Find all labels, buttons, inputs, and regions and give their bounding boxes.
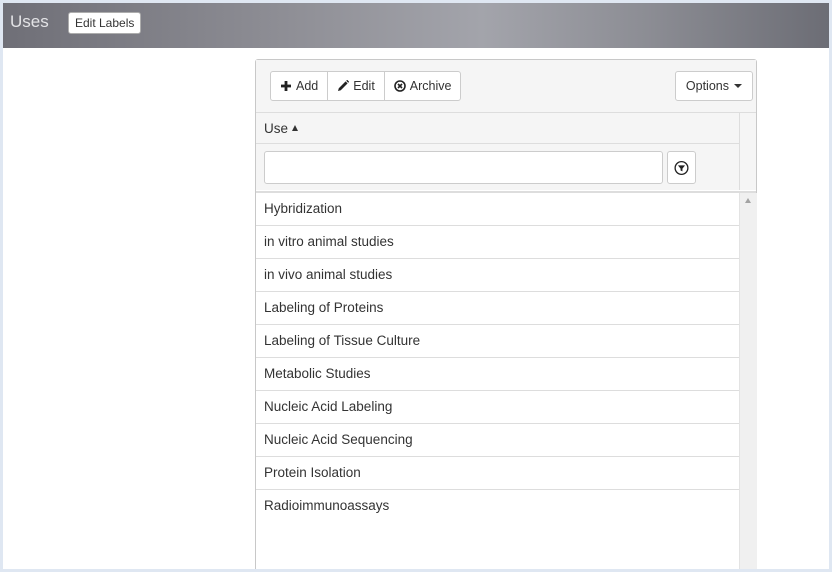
- pencil-icon: [338, 80, 350, 91]
- circle-x-icon: [393, 80, 406, 92]
- list-item[interactable]: in vivo animal studies: [256, 259, 739, 292]
- uses-list-viewport: Hybridization in vitro animal studies in v…: [256, 191, 757, 569]
- column-header-use[interactable]: Use: [256, 113, 740, 144]
- options-dropdown-button[interactable]: Options: [674, 71, 753, 101]
- filter-icon: [674, 160, 689, 175]
- column-header-label: Use: [264, 121, 289, 136]
- app-window: Uses Edit Labels Add Edit Archive Option…: [3, 3, 829, 569]
- archive-button-label: Archive: [409, 79, 452, 93]
- archive-button[interactable]: Archive: [383, 71, 462, 101]
- list-item[interactable]: Protein Isolation: [256, 457, 739, 490]
- uses-list: Hybridization in vitro animal studies in v…: [256, 193, 739, 522]
- caret-down-icon: [734, 84, 742, 88]
- column-header-label-wrap: Use: [264, 121, 299, 136]
- action-button-group: Add Edit Archive: [270, 71, 462, 101]
- edit-button[interactable]: Edit: [327, 71, 385, 101]
- page-title: Uses: [10, 12, 49, 31]
- vertical-scrollbar[interactable]: [739, 193, 757, 569]
- list-item[interactable]: Nucleic Acid Sequencing: [256, 424, 739, 457]
- header-scroll-gutter: [740, 113, 756, 190]
- use-filter-input[interactable]: [264, 151, 663, 184]
- list-item[interactable]: Metabolic Studies: [256, 358, 739, 391]
- list-item[interactable]: Radioimmunoassays: [256, 490, 739, 522]
- list-item[interactable]: Labeling of Tissue Culture: [256, 325, 739, 358]
- grid-toolbar: Add Edit Archive Options: [256, 60, 756, 113]
- edit-labels-button[interactable]: Edit Labels: [68, 12, 142, 34]
- filter-row: [256, 144, 740, 190]
- sort-up-icon: [292, 125, 299, 131]
- add-button-label: Add: [296, 79, 319, 93]
- edit-button-label: Edit: [353, 79, 375, 93]
- scroll-up-arrow-icon[interactable]: [745, 198, 751, 203]
- uses-grid-panel: Add Edit Archive Options Use Hybridizati…: [255, 59, 757, 569]
- list-item[interactable]: Nucleic Acid Labeling: [256, 391, 739, 424]
- filter-button[interactable]: [667, 151, 696, 184]
- list-item[interactable]: Labeling of Proteins: [256, 292, 739, 325]
- plus-icon: [281, 81, 291, 91]
- page-header: Uses Edit Labels: [3, 3, 829, 48]
- add-button[interactable]: Add: [270, 71, 329, 101]
- list-item[interactable]: Hybridization: [256, 193, 739, 226]
- options-button-label: Options: [685, 79, 729, 93]
- list-item[interactable]: in vitro animal studies: [256, 226, 739, 259]
